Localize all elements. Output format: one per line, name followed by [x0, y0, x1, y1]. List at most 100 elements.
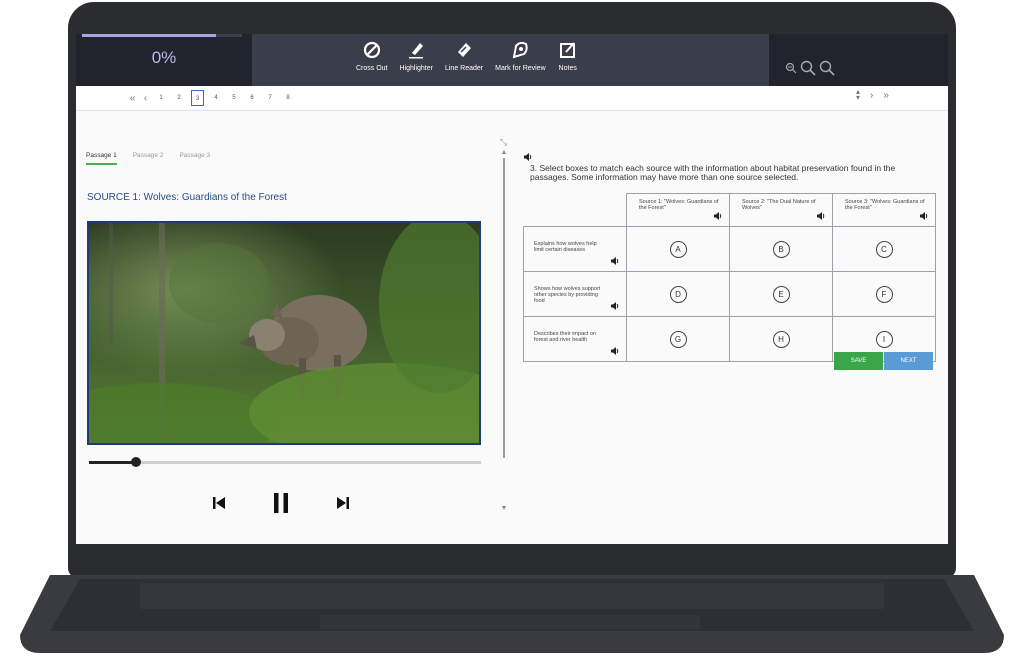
video-frame[interactable]: [87, 221, 481, 445]
choice-cell[interactable]: A: [626, 226, 730, 272]
table-corner: [524, 194, 627, 227]
scrubber-handle[interactable]: [131, 457, 142, 467]
pause-icon[interactable]: [272, 492, 290, 514]
choice-cell[interactable]: D: [626, 271, 730, 317]
notes-tool[interactable]: Notes: [558, 40, 578, 72]
page-6[interactable]: 6: [243, 90, 261, 106]
row-label-cell: Shows how wolves support other species b…: [523, 271, 627, 317]
mark-review-tool[interactable]: Mark for Review: [495, 40, 546, 72]
highlighter-tool[interactable]: Highlighter: [400, 40, 433, 72]
choice-b[interactable]: B: [772, 240, 790, 258]
pager: « ‹ 12345678: [126, 90, 297, 106]
page-4[interactable]: 4: [207, 90, 225, 106]
highlighter-icon: [409, 43, 424, 59]
skip-back-icon[interactable]: [212, 496, 226, 510]
row-label: Explains how wolves help limit certain d…: [534, 241, 597, 253]
row-label: Shows how wolves support other species b…: [534, 286, 601, 304]
question-prompt: 3. Select boxes to match each source wit…: [530, 163, 896, 182]
column-header: Source 2: "The Dual Nature of Wolves": [729, 193, 833, 227]
page-5[interactable]: 5: [225, 90, 243, 106]
skip-forward-icon[interactable]: [336, 496, 350, 510]
reorder-icon[interactable]: ▴ ▾: [856, 88, 860, 102]
progress-bar: [82, 34, 242, 37]
action-buttons: SAVE NEXT: [834, 352, 933, 370]
page-2[interactable]: 2: [170, 90, 188, 106]
column-header-label: Source 2: "The Dual Nature of Wolves": [742, 199, 816, 211]
choice-e[interactable]: E: [772, 285, 790, 303]
table-row: Explains how wolves help limit certain d…: [523, 226, 936, 272]
notes-icon: [559, 42, 575, 58]
passage-tabs: Passage 1 Passage 2 Passage 3: [86, 152, 486, 165]
line-reader-label: Line Reader: [444, 65, 484, 72]
zoom-out-icon[interactable]: [785, 62, 797, 74]
column-audio-icon[interactable]: [714, 212, 723, 220]
passage-panel: Passage 1 Passage 2 Passage 3: [86, 152, 486, 165]
row-audio-icon[interactable]: [611, 302, 620, 310]
row-label-cell: Describes their impact on forest and riv…: [523, 316, 627, 362]
choice-cell[interactable]: E: [729, 271, 833, 317]
passage-tab-2[interactable]: Passage 2: [133, 152, 164, 165]
choice-cell[interactable]: G: [626, 316, 730, 362]
column-header: Source 1: "Wolves: Guardians of the Fore…: [626, 193, 730, 227]
next-page-icon[interactable]: ›: [870, 90, 873, 101]
first-page-icon[interactable]: «: [126, 93, 139, 104]
app-screen: 0% Cross Out Highlighter Line Reader Mar…: [76, 34, 948, 544]
choice-a[interactable]: A: [669, 240, 687, 258]
panel-scrollbar[interactable]: [501, 150, 507, 510]
choice-cell[interactable]: H: [729, 316, 833, 362]
cross-out-icon: [363, 41, 380, 59]
choice-g[interactable]: G: [669, 330, 687, 348]
save-button[interactable]: SAVE: [834, 352, 883, 370]
last-page-icon[interactable]: »: [883, 90, 889, 101]
choice-c[interactable]: C: [875, 240, 893, 258]
nav-right-group: ▴ ▾ › »: [856, 88, 889, 102]
line-reader-icon: [458, 43, 472, 57]
laptop-keyboard-base: [20, 575, 1004, 653]
line-reader-tool[interactable]: Line Reader: [445, 40, 483, 72]
question-navigation: « ‹ 12345678 ▴ ▾ › »: [76, 86, 948, 111]
choice-cell[interactable]: B: [729, 226, 833, 272]
mark-review-icon: [513, 41, 529, 59]
cross-out-label: Cross Out: [356, 65, 388, 72]
match-table: Source 1: "Wolves: Guardians of the Fore…: [523, 193, 936, 362]
page-1[interactable]: 1: [152, 90, 170, 106]
scrubber-fill: [89, 461, 137, 464]
page-8[interactable]: 8: [279, 90, 297, 106]
row-label: Describes their impact on forest and riv…: [534, 331, 597, 343]
choice-cell[interactable]: C: [832, 226, 936, 272]
question-audio-icon[interactable]: [524, 153, 533, 161]
media-controls: [212, 492, 350, 514]
page-3[interactable]: 3: [191, 90, 204, 106]
choice-cell[interactable]: F: [832, 271, 936, 317]
video-scrubber[interactable]: [89, 457, 481, 467]
wolf-video-image: [89, 223, 479, 443]
progress-bar-fill: [82, 34, 217, 37]
column-header-label: Source 1: "Wolves: Guardians of the Fore…: [639, 199, 719, 211]
cross-out-tool[interactable]: Cross Out: [356, 40, 388, 72]
passage-tab-1[interactable]: Passage 1: [86, 152, 117, 165]
choice-h[interactable]: H: [772, 330, 790, 348]
row-audio-icon[interactable]: [611, 347, 620, 355]
choice-i[interactable]: I: [875, 330, 893, 348]
source-title: SOURCE 1: Wolves: Guardians of the Fores…: [87, 192, 287, 203]
row-label-cell: Explains how wolves help limit certain d…: [523, 226, 627, 272]
next-button[interactable]: NEXT: [884, 352, 933, 370]
prev-page-icon[interactable]: ‹: [139, 93, 152, 104]
notes-label: Notes: [558, 65, 577, 72]
table-row: Shows how wolves support other species b…: [523, 271, 936, 317]
progress-panel: 0%: [76, 34, 252, 86]
zoom-panel: [769, 34, 948, 86]
expand-icon[interactable]: ⤡: [500, 137, 507, 148]
choice-f[interactable]: F: [875, 285, 893, 303]
column-audio-icon[interactable]: [817, 212, 826, 220]
passage-tab-3[interactable]: Passage 3: [179, 152, 210, 165]
choice-d[interactable]: D: [669, 285, 687, 303]
column-header-label: Source 3: "Wolves: Guardians of the Fore…: [845, 199, 925, 211]
column-header: Source 3: "Wolves: Guardians of the Fore…: [832, 193, 936, 227]
page-7[interactable]: 7: [261, 90, 279, 106]
zoom-in-icon[interactable]: [819, 60, 835, 76]
column-audio-icon[interactable]: [920, 212, 929, 220]
row-audio-icon[interactable]: [611, 257, 620, 265]
highlighter-label: Highlighter: [399, 65, 433, 72]
zoom-reset-icon[interactable]: [800, 60, 816, 76]
